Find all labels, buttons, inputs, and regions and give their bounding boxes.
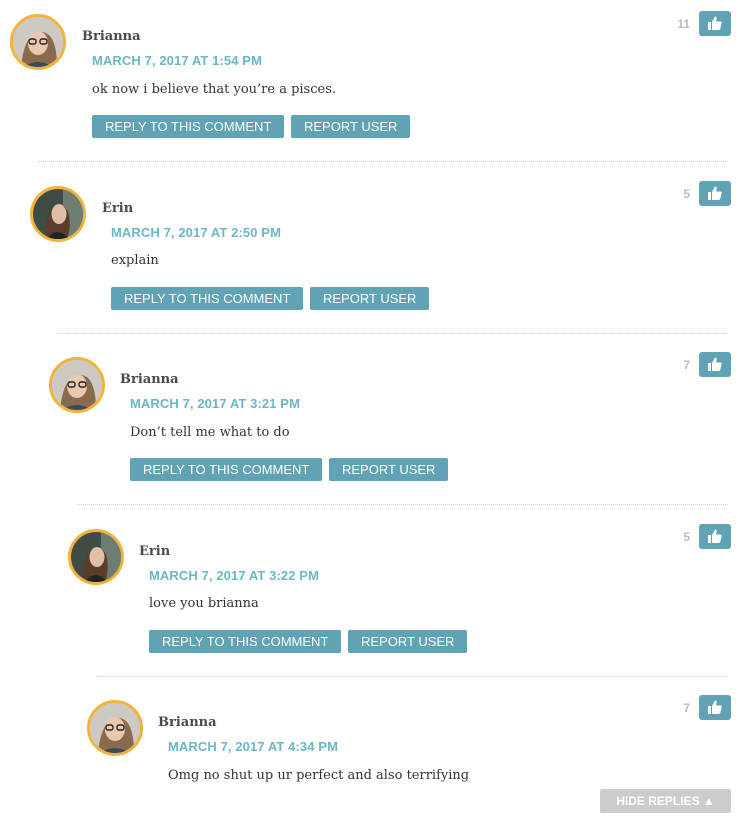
comment-text: explain: [111, 253, 159, 268]
comment-divider: [96, 676, 728, 677]
hide-replies-button[interactable]: HIDE REPLIES ▲: [600, 789, 731, 813]
comment-timestamp[interactable]: MARCH 7, 2017 AT 4:34 PM: [168, 739, 338, 754]
thumbs-up-icon: [708, 529, 722, 543]
report-user-button[interactable]: REPORT USER: [348, 630, 468, 653]
avatar[interactable]: [87, 700, 143, 756]
vote-count: 5: [683, 530, 690, 544]
avatar[interactable]: [10, 14, 66, 70]
vote-count: 7: [683, 358, 690, 372]
comment-text: ok now i believe that you’re a pisces.: [92, 82, 337, 97]
avatar[interactable]: [49, 357, 105, 413]
comment-timestamp[interactable]: MARCH 7, 2017 AT 3:22 PM: [149, 568, 319, 583]
like-button[interactable]: [699, 181, 731, 206]
comment-author: Brianna: [158, 715, 217, 730]
vote-count: 11: [677, 17, 690, 31]
like-button[interactable]: [699, 352, 731, 377]
comment-author: Brianna: [120, 372, 179, 387]
report-user-button[interactable]: REPORT USER: [291, 115, 411, 138]
like-button[interactable]: [699, 524, 731, 549]
avatar[interactable]: [30, 186, 86, 242]
comment-divider: [77, 504, 728, 505]
avatar[interactable]: [68, 529, 124, 585]
reply-button[interactable]: REPLY TO THIS COMMENT: [111, 287, 304, 310]
thumbs-up-icon: [708, 186, 722, 200]
comment-text: Omg no shut up ur perfect and also terri…: [168, 768, 470, 783]
comment-timestamp[interactable]: MARCH 7, 2017 AT 3:21 PM: [130, 396, 300, 411]
thumbs-up-icon: [708, 16, 722, 30]
comment-text: Don’t tell me what to do: [130, 425, 290, 440]
vote-count: 5: [683, 187, 690, 201]
comment-author: Erin: [102, 201, 134, 216]
reply-button[interactable]: REPLY TO THIS COMMENT: [149, 630, 342, 653]
like-button[interactable]: [699, 695, 731, 720]
comment-text: love you brianna: [149, 596, 259, 611]
thumbs-up-icon: [708, 700, 722, 714]
like-button[interactable]: [699, 11, 731, 36]
comment-timestamp[interactable]: MARCH 7, 2017 AT 1:54 PM: [92, 53, 262, 68]
reply-button[interactable]: REPLY TO THIS COMMENT: [92, 115, 285, 138]
comment-author: Brianna: [82, 29, 141, 44]
comment-timestamp[interactable]: MARCH 7, 2017 AT 2:50 PM: [111, 225, 281, 240]
reply-button[interactable]: REPLY TO THIS COMMENT: [130, 458, 323, 481]
report-user-button[interactable]: REPORT USER: [329, 458, 449, 481]
comment-divider: [58, 333, 728, 334]
comment-author: Erin: [139, 544, 171, 559]
report-user-button[interactable]: REPORT USER: [310, 287, 430, 310]
comment-divider: [38, 161, 728, 162]
vote-count: 7: [683, 701, 690, 715]
thumbs-up-icon: [708, 357, 722, 371]
